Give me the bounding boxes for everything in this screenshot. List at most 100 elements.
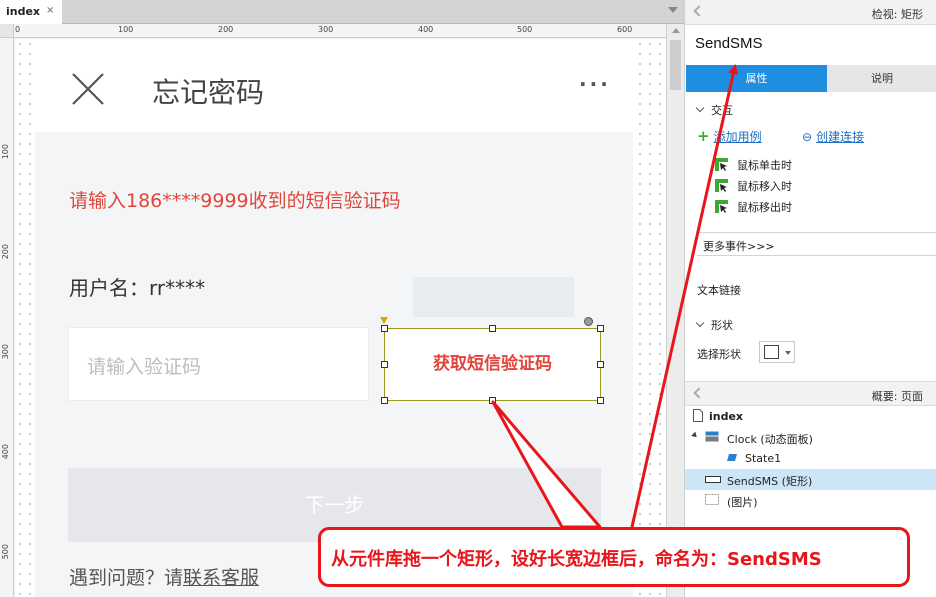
pin-icon[interactable]	[693, 5, 705, 17]
close-icon[interactable]	[71, 72, 105, 106]
style-handle[interactable]	[380, 317, 388, 324]
outline-label: index	[709, 410, 744, 423]
outline-item-state1[interactable]: State1	[685, 448, 936, 469]
inspector-tabs: 属性 说明	[685, 65, 936, 92]
ruler-label: 500	[1, 544, 10, 560]
event-onclick[interactable]: 鼠标单击时	[715, 157, 792, 173]
outline-item-image[interactable]: (图片)	[685, 490, 936, 511]
shape-picker-dropdown[interactable]	[759, 341, 795, 363]
more-options-icon[interactable]: ···	[579, 72, 611, 96]
ruler-label: 200	[1, 244, 10, 260]
chevron-down-icon	[695, 318, 705, 328]
resize-handle[interactable]	[489, 325, 496, 332]
right-panel: 检视: 矩形 SendSMS 属性 说明 交互 + 添加用例 ⊖ 创建连接 鼠标单击…	[684, 0, 936, 597]
resize-handle[interactable]	[597, 361, 604, 368]
outline-label: SendSMS (矩形)	[727, 475, 813, 488]
add-case-link[interactable]: + 添加用例	[697, 127, 762, 145]
ruler-label: 100	[118, 25, 134, 34]
outline-label: Clock (动态面板)	[727, 433, 813, 446]
resize-handle[interactable]	[489, 397, 496, 404]
ruler-label: 400	[1, 444, 10, 460]
more-events-link[interactable]: 更多事件>>>	[703, 238, 775, 254]
tab-menu-chevron-icon[interactable]	[668, 7, 678, 13]
shape-name-field[interactable]: SendSMS	[695, 35, 763, 52]
ruler-label: 200	[218, 25, 234, 34]
outline-item-index[interactable]: index	[685, 406, 936, 427]
section-label: 形状	[711, 319, 733, 332]
help-line: 遇到问题？请联系客服	[69, 563, 259, 590]
resize-handle[interactable]	[381, 397, 388, 404]
ruler-label: 100	[1, 144, 10, 160]
outline-item-clock[interactable]: Clock (动态面板)	[685, 427, 936, 448]
link-chain-icon: ⊖	[802, 130, 813, 144]
outline-label: (图片)	[727, 496, 758, 509]
rectangle-shape-icon	[764, 345, 779, 359]
canvas-vertical-scrollbar[interactable]	[666, 24, 684, 597]
annotation-text: 从元件库拖一个矩形，设好长宽边框后，命名为：SendSMS	[331, 549, 822, 570]
event-onmouseenter[interactable]: 鼠标移入时	[715, 178, 792, 194]
create-link-label: 创建连接	[816, 130, 865, 144]
clock-dynamic-panel[interactable]	[413, 277, 574, 317]
state-icon	[727, 454, 737, 461]
username-label: 用户名：rr****	[69, 276, 206, 300]
event-cursor-icon	[715, 179, 728, 192]
tab-notes[interactable]: 说明	[827, 65, 936, 92]
scrollbar-thumb[interactable]	[670, 40, 681, 90]
resize-handle[interactable]	[597, 397, 604, 404]
ruler-label: 300	[318, 25, 334, 34]
sms-hint-text: 请输入186****9999收到的短信验证码	[69, 190, 401, 212]
section-label: 交互	[711, 104, 733, 117]
shape-section-header[interactable]: 形状	[695, 317, 733, 333]
image-icon	[705, 494, 719, 505]
tab-index[interactable]: index ×	[0, 0, 62, 25]
choose-shape-label: 选择形状	[697, 348, 741, 361]
get-sms-code-button[interactable]: 获取短信验证码	[384, 328, 601, 401]
ruler-corner	[0, 24, 14, 38]
close-tab-icon[interactable]: ×	[46, 5, 54, 16]
event-label: 鼠标移入时	[737, 180, 792, 193]
pin-icon[interactable]	[693, 387, 705, 399]
inspector-title: 检视: 矩形	[871, 8, 923, 21]
ruler-label: 300	[1, 344, 10, 360]
help-prefix: 遇到问题？请	[69, 567, 184, 589]
tab-label: index	[6, 5, 41, 18]
ruler-label: 400	[418, 25, 434, 34]
scroll-up-icon[interactable]	[672, 28, 680, 33]
outline-label: State1	[745, 452, 782, 465]
resize-handle[interactable]	[597, 325, 604, 332]
horizontal-ruler: 0 100 200 300 400 500 600	[14, 24, 666, 38]
ruler-label: 0	[15, 25, 21, 34]
interaction-section-header[interactable]: 交互	[695, 102, 733, 118]
contact-support-link[interactable]: 联系客服	[183, 567, 259, 589]
corner-radius-handle[interactable]	[584, 317, 593, 326]
create-link-link[interactable]: ⊖ 创建连接	[802, 128, 864, 145]
more-events-row[interactable]: 更多事件>>>	[697, 232, 936, 256]
add-case-label: 添加用例	[713, 130, 762, 144]
expand-chevron-icon[interactable]	[691, 431, 699, 440]
document-tab-bar: index ×	[0, 0, 684, 25]
event-label: 鼠标单击时	[737, 159, 792, 172]
vertical-ruler: 100 200 300 400 500	[0, 24, 14, 597]
chevron-down-icon	[785, 351, 791, 355]
resize-handle[interactable]	[381, 325, 388, 332]
resize-handle[interactable]	[381, 361, 388, 368]
text-link-section[interactable]: 文本链接	[697, 282, 741, 298]
mockup-header: 忘记密码 ···	[35, 40, 633, 132]
event-cursor-icon	[715, 158, 728, 171]
event-onmouseout[interactable]: 鼠标移出时	[715, 199, 792, 215]
verification-code-input[interactable]: 请输入验证码	[68, 327, 369, 401]
ruler-label: 600	[617, 25, 633, 34]
outline-header: 概要: 页面	[685, 381, 936, 406]
tab-properties[interactable]: 属性	[686, 65, 827, 92]
page-icon	[693, 409, 703, 422]
plus-icon: +	[697, 127, 710, 145]
ruler-label: 500	[517, 25, 533, 34]
outline-title: 概要: 页面	[871, 390, 923, 403]
dynamic-panel-icon	[705, 431, 719, 442]
chevron-down-icon	[695, 103, 705, 113]
inspector-header: 检视: 矩形	[685, 0, 936, 25]
page-title: 忘记密码	[152, 76, 265, 109]
event-label: 鼠标移出时	[737, 201, 792, 214]
event-cursor-icon	[715, 200, 728, 213]
outline-item-sendsms[interactable]: SendSMS (矩形)	[685, 469, 936, 490]
